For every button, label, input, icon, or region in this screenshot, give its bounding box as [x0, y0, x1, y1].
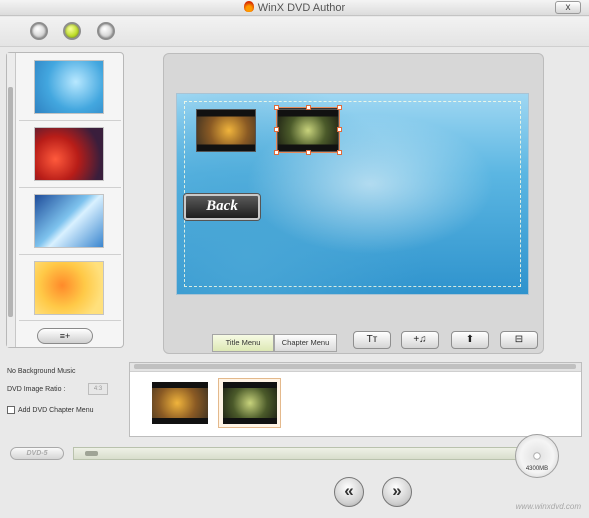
chapter-menu-checkbox[interactable] [7, 406, 15, 414]
add-text-button[interactable]: Tт [353, 331, 391, 349]
menu-preview-canvas[interactable]: Back [176, 93, 529, 295]
app-title-text: WinX DVD Author [257, 2, 346, 14]
next-step-button[interactable]: » [382, 477, 412, 507]
background-panel: ≡+ [6, 52, 124, 348]
step-button-1[interactable] [30, 22, 48, 40]
resize-handle[interactable] [306, 105, 311, 110]
step-button-2[interactable] [63, 22, 81, 40]
add-music-button[interactable]: +♫ [401, 331, 439, 349]
divider [19, 254, 121, 255]
capacity-bar [73, 447, 535, 460]
resize-handle[interactable] [337, 150, 342, 155]
disc-capacity-label: 4300MB [525, 466, 549, 472]
resize-handle[interactable] [274, 105, 279, 110]
add-background-button[interactable]: ≡+ [37, 328, 93, 344]
background-scrollbar[interactable] [7, 53, 16, 347]
menu-title-thumbnail-1[interactable] [196, 109, 256, 152]
tab-title-menu[interactable]: Title Menu [212, 334, 274, 352]
resize-handle[interactable] [306, 150, 311, 155]
background-thumbnail-red-flowers[interactable] [34, 127, 104, 181]
toolbar [0, 17, 589, 47]
watermark: www.winxdvd.com [515, 502, 581, 511]
background-music-label: No Background Music [7, 368, 76, 375]
chapter-menu-label: Add DVD Chapter Menu [18, 407, 94, 414]
scrollbar-thumb[interactable] [8, 87, 13, 317]
step-button-3[interactable] [97, 22, 115, 40]
divider [19, 320, 121, 321]
menu-back-button[interactable]: Back [184, 194, 260, 220]
winx-logo-icon [243, 1, 254, 12]
disc-icon: 4300MB [515, 434, 559, 478]
close-button[interactable]: x [555, 1, 581, 14]
dvd-type-badge[interactable]: DVD-5 [10, 447, 64, 460]
background-thumbnail-blue-streak[interactable] [34, 194, 104, 248]
background-thumbnail-blue-mosaic[interactable] [34, 60, 104, 114]
title-list [129, 362, 582, 437]
scrollbar-thumb[interactable] [134, 364, 576, 369]
resize-handle[interactable] [337, 105, 342, 110]
resize-handle[interactable] [337, 127, 342, 132]
tab-chapter-menu[interactable]: Chapter Menu [274, 334, 337, 352]
app-title: WinX DVD Author [0, 1, 589, 14]
resize-handle[interactable] [274, 127, 279, 132]
title-list-scrollbar[interactable] [130, 363, 581, 372]
divider [19, 187, 121, 188]
aspect-button[interactable]: ⊟ [500, 331, 538, 349]
image-ratio-label: DVD Image Ratio : [7, 386, 66, 393]
upload-button[interactable]: ⬆ [451, 331, 489, 349]
capacity-fill [85, 451, 98, 456]
resize-handle[interactable] [274, 150, 279, 155]
image-ratio-select[interactable]: 4:3 [88, 383, 108, 395]
divider [19, 120, 121, 121]
title-item-1[interactable] [152, 382, 208, 424]
background-thumbnail-yellow-flowers[interactable] [34, 261, 104, 315]
selection-box[interactable] [274, 105, 342, 155]
previous-step-button[interactable]: « [334, 477, 364, 507]
title-item-2[interactable] [223, 382, 277, 424]
title-bar: WinX DVD Author x [0, 0, 589, 16]
